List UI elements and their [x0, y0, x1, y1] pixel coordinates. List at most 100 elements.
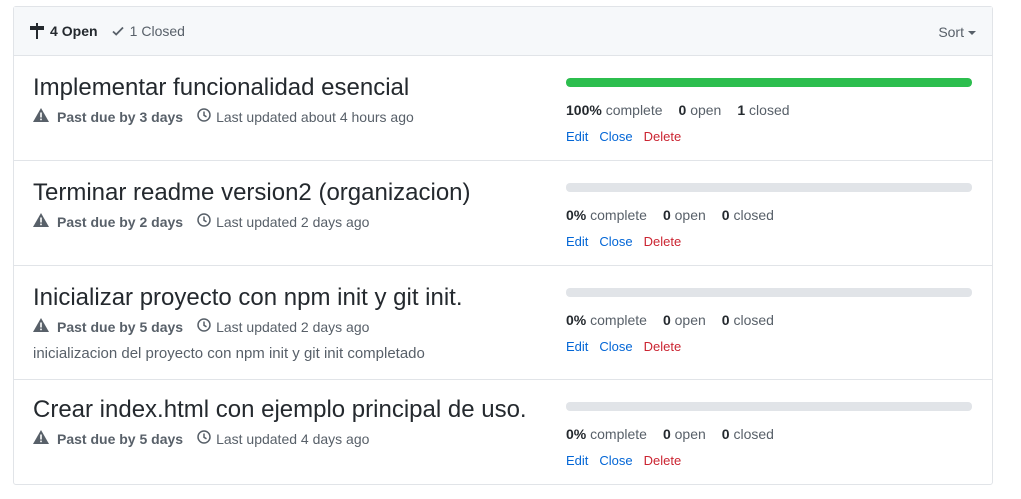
closed-issues-label: closed	[733, 426, 774, 442]
edit-link[interactable]: Edit	[566, 129, 588, 144]
progress-bar	[566, 78, 972, 87]
close-link[interactable]: Close	[599, 453, 632, 468]
closed-label: Closed	[141, 23, 185, 39]
delete-link[interactable]: Delete	[644, 453, 682, 468]
last-updated: Last updated 2 days ago	[197, 213, 369, 230]
open-issues-label: open	[674, 207, 706, 223]
milestone-row: Terminar readme version2 (organizacion) …	[14, 161, 992, 266]
edit-link[interactable]: Edit	[566, 339, 588, 354]
open-milestones-tab[interactable]: 4 Open	[30, 23, 98, 39]
sort-label: Sort	[938, 23, 964, 40]
last-updated: Last updated 2 days ago	[197, 318, 369, 335]
complete-stat: 0% complete	[566, 426, 647, 442]
milestone-actions: Edit Close Delete	[566, 234, 692, 249]
sort-dropdown[interactable]: Sort	[938, 7, 976, 56]
due-text: Past due by 3 days	[57, 108, 184, 125]
milestone-meta: Past due by 3 days Last updated about 4 …	[33, 108, 414, 125]
milestone-row: Inicializar proyecto con npm init y git …	[14, 266, 992, 380]
close-link[interactable]: Close	[599, 339, 632, 354]
open-issues-label: open	[674, 426, 706, 442]
milestone-title[interactable]: Implementar funcionalidad esencial	[33, 74, 409, 102]
due-text: Past due by 5 days	[57, 430, 184, 447]
close-link[interactable]: Close	[599, 129, 632, 144]
open-issues-label: open	[674, 312, 706, 328]
closed-issues-count: 0	[721, 207, 730, 223]
complete-label: complete	[590, 426, 647, 442]
open-issues-count: 0	[662, 312, 671, 328]
closed-stat: 0 closed	[722, 426, 774, 442]
last-updated: Last updated about 4 hours ago	[197, 108, 414, 125]
closed-stat: 0 closed	[722, 312, 774, 328]
past-due: Past due by 2 days	[33, 213, 183, 230]
clock-icon	[197, 318, 216, 335]
progress-fill	[566, 78, 972, 87]
updated-text: Last updated 4 days ago	[216, 430, 370, 447]
milestone-title[interactable]: Crear index.html con ejemplo principal d…	[33, 396, 527, 424]
clock-icon	[197, 430, 216, 447]
close-link[interactable]: Close	[599, 234, 632, 249]
milestone-actions: Edit Close Delete	[566, 453, 692, 468]
progress-bar	[566, 402, 972, 411]
milestone-description: inicializacion del proyecto con npm init…	[33, 345, 425, 362]
open-label: Open	[61, 23, 98, 39]
complete-label: complete	[590, 207, 647, 223]
open-issues-count: 0	[662, 207, 671, 223]
delete-link[interactable]: Delete	[644, 339, 682, 354]
alert-icon	[33, 213, 57, 230]
milestone-title[interactable]: Terminar readme version2 (organizacion)	[33, 179, 471, 207]
open-stat: 0 open	[679, 102, 722, 118]
milestone-stats: 0% complete 0 open 0 closed	[566, 312, 790, 328]
updated-text: Last updated about 4 hours ago	[216, 108, 414, 125]
updated-text: Last updated 2 days ago	[216, 318, 370, 335]
milestone-stats: 100% complete 0 open 1 closed	[566, 102, 806, 118]
complete-percent: 0%	[566, 426, 587, 442]
delete-link[interactable]: Delete	[644, 129, 682, 144]
closed-issues-label: closed	[733, 312, 774, 328]
open-stat: 0 open	[663, 312, 706, 328]
open-stat: 0 open	[663, 426, 706, 442]
milestone-actions: Edit Close Delete	[566, 339, 692, 354]
open-issues-label: open	[690, 102, 722, 118]
progress-bar	[566, 288, 972, 297]
milestone-row: Crear index.html con ejemplo principal d…	[14, 380, 992, 485]
updated-text: Last updated 2 days ago	[216, 213, 370, 230]
edit-link[interactable]: Edit	[566, 234, 588, 249]
open-issues-count: 0	[678, 102, 687, 118]
complete-percent: 100%	[566, 102, 602, 118]
due-text: Past due by 5 days	[57, 318, 184, 335]
milestone-title[interactable]: Inicializar proyecto con npm init y git …	[33, 284, 463, 312]
last-updated: Last updated 4 days ago	[197, 430, 369, 447]
check-icon	[111, 25, 124, 37]
clock-icon	[197, 108, 216, 125]
closed-milestones-tab[interactable]: 1 Closed	[111, 23, 185, 39]
milestone-actions: Edit Close Delete	[566, 129, 692, 144]
complete-percent: 0%	[566, 312, 587, 328]
past-due: Past due by 5 days	[33, 318, 183, 335]
closed-issues-count: 1	[737, 102, 746, 118]
open-stat: 0 open	[663, 207, 706, 223]
milestone-stats: 0% complete 0 open 0 closed	[566, 426, 790, 442]
edit-link[interactable]: Edit	[566, 453, 588, 468]
complete-stat: 0% complete	[566, 312, 647, 328]
alert-icon	[33, 108, 57, 125]
milestone-meta: Past due by 2 days Last updated 2 days a…	[33, 213, 369, 230]
open-issues-count: 0	[662, 426, 671, 442]
closed-issues-count: 0	[721, 426, 730, 442]
caret-down-icon	[968, 30, 976, 35]
closed-issues-count: 0	[721, 312, 730, 328]
closed-count: 1	[129, 23, 138, 39]
milestone-icon	[30, 23, 44, 39]
milestones-header: 4 Open 1 Closed Sort	[14, 7, 992, 56]
milestone-stats: 0% complete 0 open 0 closed	[566, 207, 790, 223]
closed-stat: 0 closed	[722, 207, 774, 223]
complete-stat: 100% complete	[566, 102, 663, 118]
complete-label: complete	[605, 102, 663, 118]
past-due: Past due by 3 days	[33, 108, 183, 125]
delete-link[interactable]: Delete	[644, 234, 682, 249]
closed-issues-label: closed	[733, 207, 774, 223]
alert-icon	[33, 430, 57, 447]
milestone-meta: Past due by 5 days Last updated 2 days a…	[33, 318, 369, 335]
progress-bar	[566, 183, 972, 192]
clock-icon	[197, 213, 216, 230]
complete-percent: 0%	[566, 207, 587, 223]
